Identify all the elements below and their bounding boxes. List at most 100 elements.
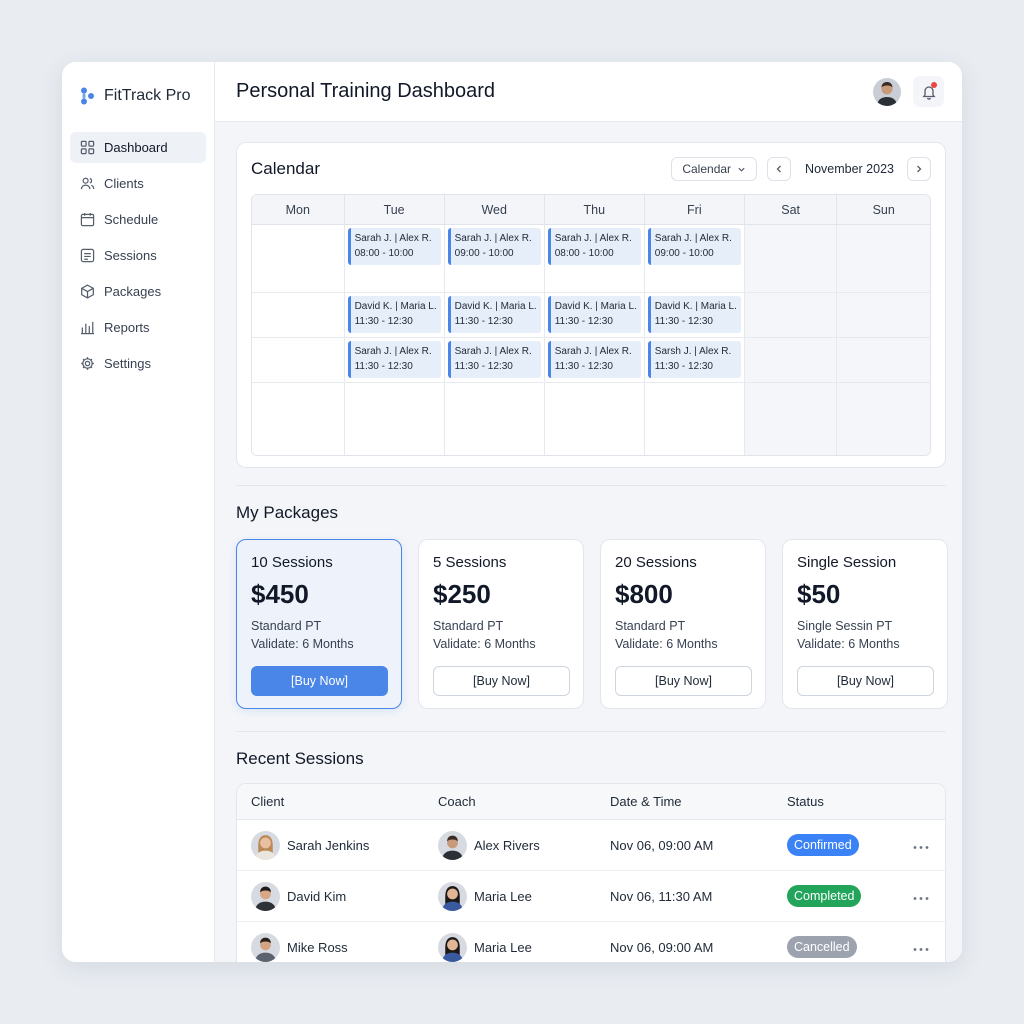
logo-icon [81,87,94,105]
chevron-left-icon [776,165,782,173]
sidebar-item-sessions[interactable]: Sessions [70,240,206,271]
calendar-event[interactable]: Sarsh J. | Alex R. 11:30 - 12:30 [647,341,741,378]
event-time: 11:30 - 12:30 [554,316,613,327]
calendar-cell[interactable]: David K. | Maria L. 11:30 - 12:30 [544,293,645,338]
calendar-cell[interactable] [544,383,645,455]
calendar-cell[interactable]: Sarah J. | Alex R. 11:30 - 12:30 [444,338,545,383]
notification-dot [931,82,937,88]
package-card: 20 Sessions $800 Standard PT Validate: 6… [600,539,766,709]
buy-now-button[interactable]: [Buy Now] [433,666,570,696]
package-name: 5 Sessions [433,554,507,571]
calendar-event[interactable]: Sarah J. | Alex R. 08:00 - 10:00 [347,228,441,265]
calendar-cell[interactable] [252,225,345,293]
prev-month-button[interactable] [767,157,792,181]
calendar-cell[interactable] [744,293,838,338]
package-type: Standard PT [615,619,686,633]
section-divider [236,485,946,486]
calendar-event[interactable]: David K. | Maria L. 11:30 - 12:30 [647,296,741,333]
calendar-cell[interactable] [444,383,545,455]
calendar-day-header: Fri [644,195,745,225]
calendar-cell[interactable] [744,383,838,455]
calendar-cell[interactable]: Sarah J. | Alex R. 09:00 - 10:00 [644,225,745,293]
event-participants: Sarah J. | Alex R. [354,346,432,357]
chevron-down-icon [738,167,745,172]
calendar-cell[interactable]: Sarah J. | Alex R. 08:00 - 10:00 [344,225,445,293]
calendar-cell[interactable] [837,338,930,383]
dashboard-icon [80,140,95,155]
more-options-button[interactable] [913,889,929,904]
calendar-cell[interactable]: David K. | Maria L. 11:30 - 12:30 [444,293,545,338]
calendar-event[interactable]: Sarah J. | Alex R. 08:00 - 10:00 [547,228,641,265]
next-month-button[interactable] [907,157,931,181]
sidebar-item-dashboard[interactable]: Dashboard [70,132,206,163]
calendar-cell[interactable] [744,225,838,293]
calendar-event[interactable]: Sarah J. | Alex R. 09:00 - 10:00 [647,228,741,265]
calendar-day-header: Tue [344,195,445,225]
event-time: 09:00 - 10:00 [654,248,714,259]
client-cell: Mike Ross [251,932,438,962]
coach-name: Maria Lee [474,939,532,955]
calendar-event[interactable]: David K. | Maria L. 11:30 - 12:30 [547,296,641,333]
calendar-cell[interactable]: David K. | Maria L. 11:30 - 12:30 [644,293,745,338]
calendar-cell[interactable] [837,383,930,455]
users-icon [80,177,95,190]
calendar-event[interactable]: David K. | Maria L. 11:30 - 12:30 [447,296,541,333]
calendar-cell[interactable]: Sarsh J. | Alex R. 11:30 - 12:30 [644,338,745,383]
calendar-view-select[interactable]: Calendar [671,157,758,181]
table-row[interactable]: David Kim Maria Lee Nov 06, 11:30 AM Com… [237,871,945,922]
calendar-cell[interactable] [744,338,838,383]
event-time: 11:30 - 12:30 [354,316,413,327]
package-validity: Validate: 6 Months [433,637,536,651]
calendar-cell[interactable] [252,338,345,383]
calendar-cell[interactable] [644,383,745,455]
event-participants: David K. | Maria L. [354,301,437,312]
calendar-cell[interactable] [252,293,345,338]
sidebar-item-label: Sessions [104,248,157,263]
more-options-button[interactable] [913,940,929,955]
buy-now-button[interactable]: [Buy Now] [251,666,388,696]
coach-avatar [438,881,467,911]
table-body: Sarah Jenkins Alex Rivers Nov 06, 09:00 … [237,820,945,962]
main-area: Personal Training Dashboard Calendar Cal… [215,62,962,962]
package-type: Standard PT [433,619,504,633]
event-participants: David K. | Maria L. [554,301,637,312]
buy-now-button[interactable]: [Buy Now] [797,666,934,696]
buy-now-button[interactable]: [Buy Now] [615,666,752,696]
brand[interactable]: FitTrack Pro [62,84,214,108]
calendar-cell[interactable] [344,383,445,455]
sidebar-item-packages[interactable]: Packages [70,276,206,307]
calendar-cell[interactable] [837,293,930,338]
sessions-icon [80,248,95,263]
calendar-cell[interactable]: Sarah J. | Alex R. 08:00 - 10:00 [544,225,645,293]
sidebar-item-schedule[interactable]: Schedule [70,204,206,235]
column-header-datetime: Date & Time [610,794,682,809]
page-title: Personal Training Dashboard [236,80,496,102]
packages-list: 10 Sessions $450 Standard PT Validate: 6… [236,539,948,709]
calendar-cell[interactable]: Sarah J. | Alex R. 11:30 - 12:30 [344,338,445,383]
calendar-event[interactable]: Sarah J. | Alex R. 09:00 - 10:00 [447,228,541,265]
package-type: Single Sessin PT [797,619,893,633]
client-cell: David Kim [251,881,438,911]
calendar-cell[interactable]: Sarah J. | Alex R. 11:30 - 12:30 [544,338,645,383]
calendar-cell[interactable]: Sarah J. | Alex R. 09:00 - 10:00 [444,225,545,293]
notifications-button[interactable] [913,76,944,107]
calendar-cell[interactable] [252,383,345,455]
sidebar-item-reports[interactable]: Reports [70,312,206,343]
more-options-button[interactable] [913,838,929,853]
sidebar-item-clients[interactable]: Clients [70,168,206,199]
calendar-event[interactable]: David K. | Maria L. 11:30 - 12:30 [347,296,441,333]
calendar-event[interactable]: Sarah J. | Alex R. 11:30 - 12:30 [547,341,641,378]
calendar-event[interactable]: Sarah J. | Alex R. 11:30 - 12:30 [347,341,441,378]
table-row[interactable]: Sarah Jenkins Alex Rivers Nov 06, 09:00 … [237,820,945,871]
person-avatar-icon [873,77,901,106]
event-time: 11:30 - 12:30 [354,361,413,372]
client-name: Mike Ross [287,939,348,955]
calendar-cell[interactable] [837,225,930,293]
user-avatar[interactable] [873,77,901,106]
event-time: 11:30 - 12:30 [454,361,513,372]
calendar-cell[interactable]: David K. | Maria L. 11:30 - 12:30 [344,293,445,338]
calendar-day-header: Sun [837,195,930,225]
sidebar-item-settings[interactable]: Settings [70,348,206,379]
calendar-event[interactable]: Sarah J. | Alex R. 11:30 - 12:30 [447,341,541,378]
table-row[interactable]: Mike Ross Maria Lee Nov 06, 09:00 AM Can… [237,922,945,962]
